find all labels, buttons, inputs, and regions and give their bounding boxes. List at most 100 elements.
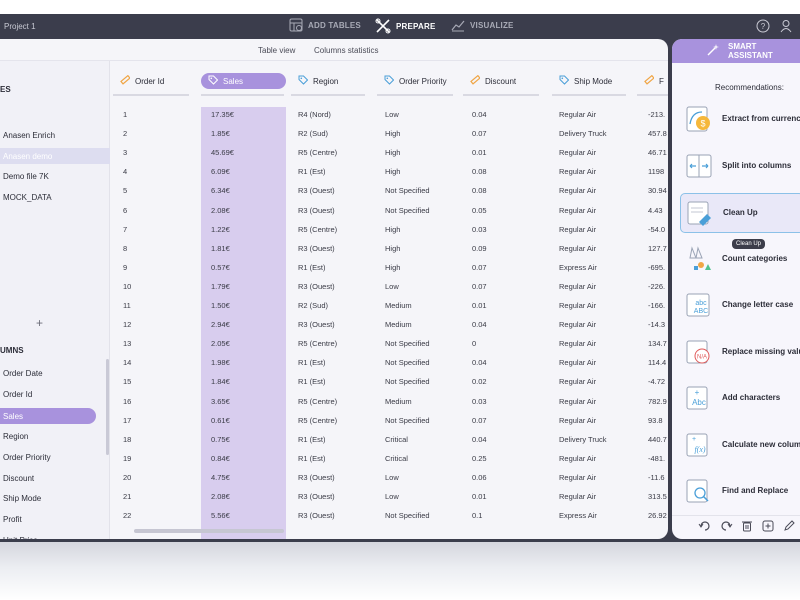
table-cell[interactable]: 4 bbox=[123, 167, 127, 176]
table-cell[interactable]: R2 (Sud) bbox=[298, 301, 328, 310]
table-cell[interactable]: 17 bbox=[123, 416, 131, 425]
table-cell[interactable]: 1.98€ bbox=[211, 358, 230, 367]
table-cell[interactable]: Critical bbox=[385, 454, 408, 463]
table-cell[interactable]: 0.07 bbox=[472, 416, 487, 425]
table-cell[interactable]: 1198 bbox=[648, 167, 664, 176]
table-cell[interactable]: 93.8 bbox=[648, 416, 663, 425]
table-cell[interactable]: Critical bbox=[385, 435, 408, 444]
table-cell[interactable]: R3 (Ouest) bbox=[298, 244, 335, 253]
table-cell[interactable]: 26.92 bbox=[648, 511, 667, 520]
table-cell[interactable]: Regular Air bbox=[559, 148, 596, 157]
tab-columns-statistics[interactable]: Columns statistics bbox=[314, 46, 378, 55]
table-cell[interactable]: 0.04 bbox=[472, 110, 487, 119]
column-header[interactable]: Region bbox=[291, 73, 367, 89]
table-cell[interactable]: 0.08 bbox=[472, 167, 487, 176]
table-cell[interactable]: -54.0 bbox=[648, 225, 665, 234]
table-cell[interactable]: Not Specified bbox=[385, 186, 430, 195]
sidebar-column-item[interactable]: Unit Price bbox=[3, 536, 38, 539]
table-cell[interactable]: Medium bbox=[385, 320, 412, 329]
nav-visualize[interactable]: VISUALIZE bbox=[451, 18, 514, 32]
table-cell[interactable]: Not Specified bbox=[385, 358, 430, 367]
table-cell[interactable]: 30.94 bbox=[648, 186, 667, 195]
assistant-action-item[interactable]: abc ABC Change letter case bbox=[680, 286, 800, 326]
table-cell[interactable]: 0.04 bbox=[472, 320, 487, 329]
table-cell[interactable]: 0.25 bbox=[472, 454, 487, 463]
table-cell[interactable]: 0.07 bbox=[472, 263, 487, 272]
table-cell[interactable]: R1 (Est) bbox=[298, 435, 326, 444]
table-cell[interactable]: 0.06 bbox=[472, 473, 487, 482]
table-cell[interactable]: 12 bbox=[123, 320, 131, 329]
table-cell[interactable]: Regular Air bbox=[559, 320, 596, 329]
table-cell[interactable]: 9 bbox=[123, 263, 127, 272]
nav-prepare[interactable]: PREPARE bbox=[375, 18, 435, 34]
table-cell[interactable]: R3 (Ouest) bbox=[298, 206, 335, 215]
table-cell[interactable]: 20 bbox=[123, 473, 131, 482]
horizontal-scrollbar[interactable] bbox=[134, 529, 284, 533]
table-cell[interactable]: 0.84€ bbox=[211, 454, 230, 463]
assistant-action-item[interactable]: N/A Replace missing values bbox=[680, 333, 800, 373]
sidebar-scrollbar[interactable] bbox=[106, 359, 109, 455]
table-cell[interactable]: 457.8 bbox=[648, 129, 667, 138]
table-cell[interactable]: 0.09 bbox=[472, 244, 487, 253]
table-cell[interactable]: 7 bbox=[123, 225, 127, 234]
table-cell[interactable]: 13 bbox=[123, 339, 131, 348]
table-cell[interactable]: -14.3 bbox=[648, 320, 665, 329]
assistant-action-item[interactable]: $ Extract from currency bbox=[680, 100, 800, 140]
table-cell[interactable]: 0.57€ bbox=[211, 263, 230, 272]
table-cell[interactable]: -695. bbox=[648, 263, 665, 272]
table-cell[interactable]: 0.03 bbox=[472, 225, 487, 234]
table-cell[interactable]: 2.08€ bbox=[211, 206, 230, 215]
table-cell[interactable]: Regular Air bbox=[559, 167, 596, 176]
sidebar-file-item[interactable]: Demo file 7K bbox=[3, 172, 49, 181]
table-cell[interactable]: Regular Air bbox=[559, 282, 596, 291]
table-cell[interactable]: 127.7 bbox=[648, 244, 667, 253]
table-cell[interactable]: R3 (Ouest) bbox=[298, 320, 335, 329]
table-cell[interactable]: Regular Air bbox=[559, 492, 596, 501]
table-cell[interactable]: 6.09€ bbox=[211, 167, 230, 176]
table-cell[interactable]: Not Specified bbox=[385, 339, 430, 348]
sidebar-file-item[interactable]: Anasen demo bbox=[0, 147, 110, 164]
table-cell[interactable]: 0 bbox=[472, 339, 476, 348]
table-cell[interactable]: High bbox=[385, 148, 400, 157]
table-cell[interactable]: 6.34€ bbox=[211, 186, 230, 195]
table-cell[interactable]: Delivery Truck bbox=[559, 435, 607, 444]
table-cell[interactable]: Regular Air bbox=[559, 358, 596, 367]
table-cell[interactable]: 18 bbox=[123, 435, 131, 444]
table-cell[interactable]: 19 bbox=[123, 454, 131, 463]
table-cell[interactable]: 2.05€ bbox=[211, 339, 230, 348]
table-cell[interactable]: R2 (Sud) bbox=[298, 129, 328, 138]
table-cell[interactable]: 1.85€ bbox=[211, 129, 230, 138]
table-cell[interactable]: 0.08 bbox=[472, 186, 487, 195]
table-cell[interactable]: 3 bbox=[123, 148, 127, 157]
table-cell[interactable]: 1.22€ bbox=[211, 225, 230, 234]
table-cell[interactable]: 0.1 bbox=[472, 511, 482, 520]
table-cell[interactable]: High bbox=[385, 225, 400, 234]
table-cell[interactable]: 8 bbox=[123, 244, 127, 253]
table-cell[interactable]: 0.75€ bbox=[211, 435, 230, 444]
table-cell[interactable]: R1 (Est) bbox=[298, 377, 326, 386]
table-cell[interactable]: Not Specified bbox=[385, 511, 430, 520]
table-cell[interactable]: 4.75€ bbox=[211, 473, 230, 482]
table-cell[interactable]: 440.7 bbox=[648, 435, 667, 444]
table-cell[interactable]: High bbox=[385, 263, 400, 272]
table-cell[interactable]: R3 (Ouest) bbox=[298, 282, 335, 291]
trash-icon[interactable] bbox=[740, 519, 754, 533]
table-cell[interactable]: Low bbox=[385, 110, 399, 119]
table-cell[interactable]: Regular Air bbox=[559, 186, 596, 195]
table-cell[interactable]: R1 (Est) bbox=[298, 167, 326, 176]
table-cell[interactable]: Not Specified bbox=[385, 206, 430, 215]
sidebar-column-item[interactable]: Order Id bbox=[3, 390, 32, 399]
table-cell[interactable]: Regular Air bbox=[559, 397, 596, 406]
column-header[interactable]: F bbox=[637, 73, 668, 89]
table-cell[interactable]: Express Air bbox=[559, 263, 597, 272]
sidebar-column-item[interactable]: Discount bbox=[3, 474, 34, 483]
table-cell[interactable]: Low bbox=[385, 473, 399, 482]
table-cell[interactable]: High bbox=[385, 244, 400, 253]
table-cell[interactable]: Regular Air bbox=[559, 339, 596, 348]
table-cell[interactable]: 3.65€ bbox=[211, 397, 230, 406]
table-cell[interactable]: 782.9 bbox=[648, 397, 667, 406]
table-cell[interactable]: 0.04 bbox=[472, 358, 487, 367]
assistant-action-item[interactable]: Find and Replace bbox=[680, 472, 800, 512]
table-cell[interactable]: 1 bbox=[123, 110, 127, 119]
table-cell[interactable]: Regular Air bbox=[559, 454, 596, 463]
